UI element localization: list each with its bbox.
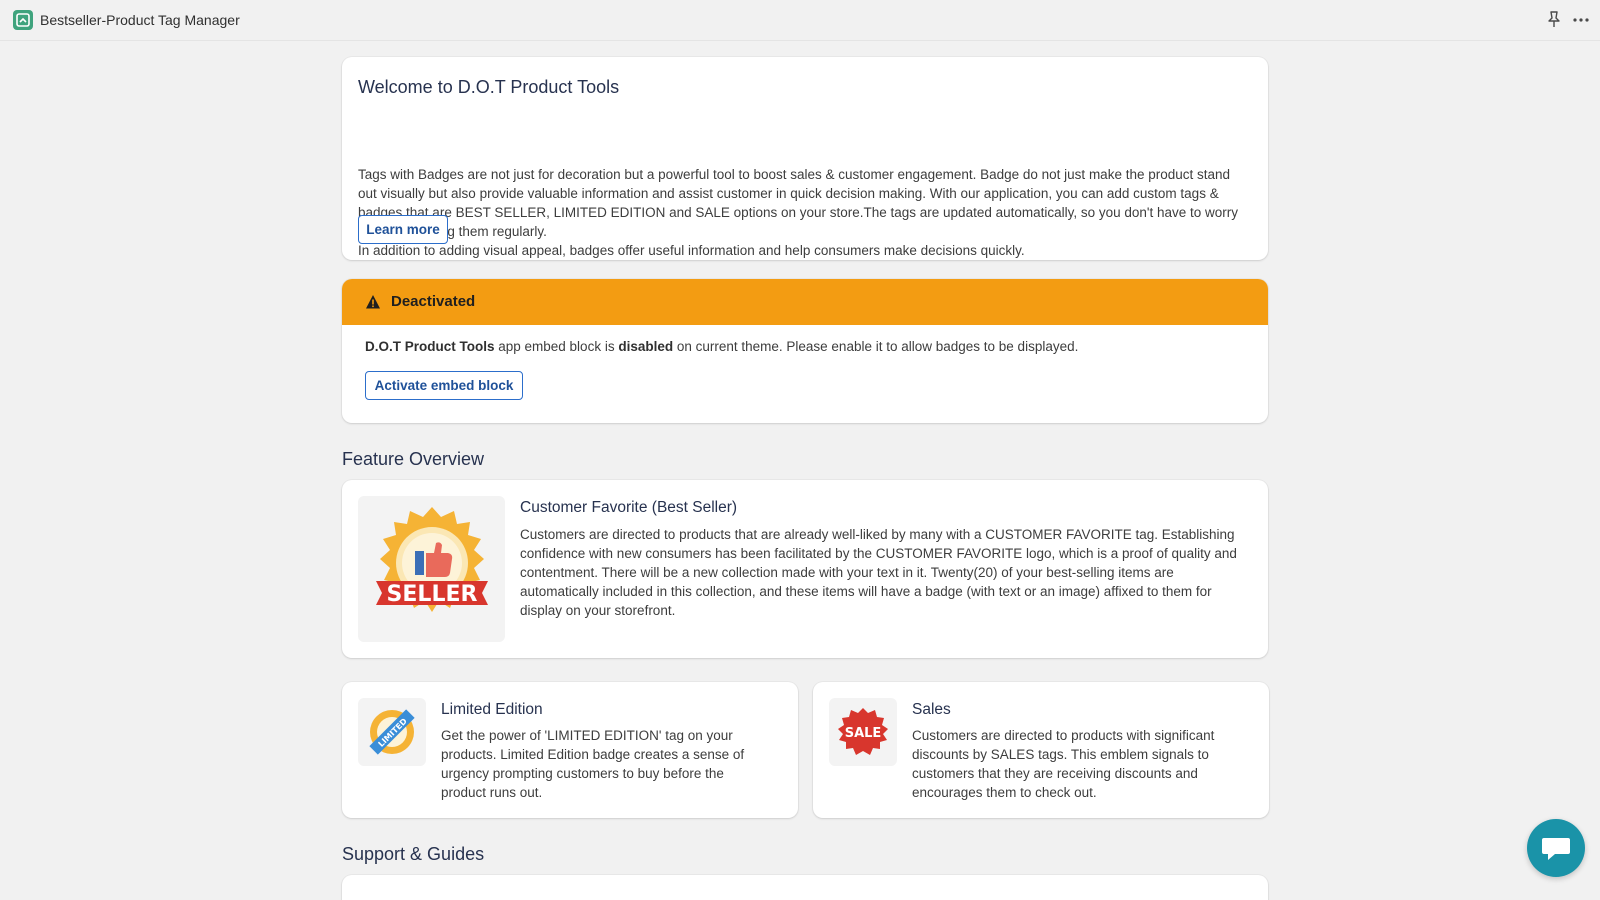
warning-icon [365, 294, 381, 310]
welcome-description-2: In addition to adding visual appeal, bad… [358, 243, 1025, 258]
support-guides-title: Support & Guides [342, 844, 485, 864]
app-title: Bestseller-Product Tag Manager [40, 12, 240, 28]
status-state: disabled [618, 339, 674, 354]
feature-card-sales: SALE Sales Customers are directed to pro… [813, 682, 1269, 818]
status-app-name: D.O.T Product Tools [365, 339, 495, 354]
activate-embed-block-button[interactable]: Activate embed block [365, 371, 523, 400]
support-card [342, 875, 1268, 900]
best-seller-badge-text: SELLER [386, 582, 477, 607]
feature-description-sales: Customers are directed to products with … [912, 728, 1215, 800]
status-banner: Deactivated [342, 279, 1268, 325]
feature-description-best-seller: Customers are directed to products that … [520, 527, 1237, 618]
status-text-end: on current theme. Please enable it to al… [673, 339, 1079, 354]
status-message: D.O.T Product Tools app embed block is d… [365, 339, 1078, 354]
feature-title-sales: Sales [912, 701, 951, 718]
learn-more-button[interactable]: Learn more [358, 215, 448, 244]
limited-edition-badge-icon: LIMITED [358, 698, 426, 766]
status-text-mid: app embed block is [494, 339, 619, 354]
status-title: Deactivated [391, 293, 476, 310]
sale-badge-icon: SALE [829, 698, 897, 766]
welcome-description: Tags with Badges are not just for decora… [358, 167, 1239, 239]
app-header: Bestseller-Product Tag Manager [0, 0, 1600, 41]
best-seller-badge-icon: SELLER [358, 496, 505, 642]
sale-badge-text: SALE [845, 726, 882, 741]
feature-title-limited-edition: Limited Edition [441, 701, 543, 718]
app-tag-icon [13, 10, 33, 30]
welcome-title: Welcome to D.O.T Product Tools [358, 77, 620, 97]
feature-card-best-seller: SELLER Customer Favorite (Best Seller) C… [342, 480, 1268, 658]
feature-card-limited-edition: LIMITED Limited Edition Get the power of… [342, 682, 798, 818]
welcome-description-block: Tags with Badges are not just for decora… [358, 165, 1248, 260]
chat-icon[interactable] [1527, 819, 1585, 877]
status-card: Deactivated D.O.T Product Tools app embe… [342, 279, 1268, 423]
feature-description-limited-edition: Get the power of 'LIMITED EDITION' tag o… [441, 728, 745, 800]
more-icon[interactable] [1570, 10, 1592, 30]
feature-title-best-seller: Customer Favorite (Best Seller) [520, 499, 738, 516]
feature-overview-title: Feature Overview [342, 449, 485, 469]
welcome-card: Welcome to D.O.T Product Tools Tags with… [342, 57, 1268, 260]
pin-icon[interactable] [1545, 10, 1563, 30]
